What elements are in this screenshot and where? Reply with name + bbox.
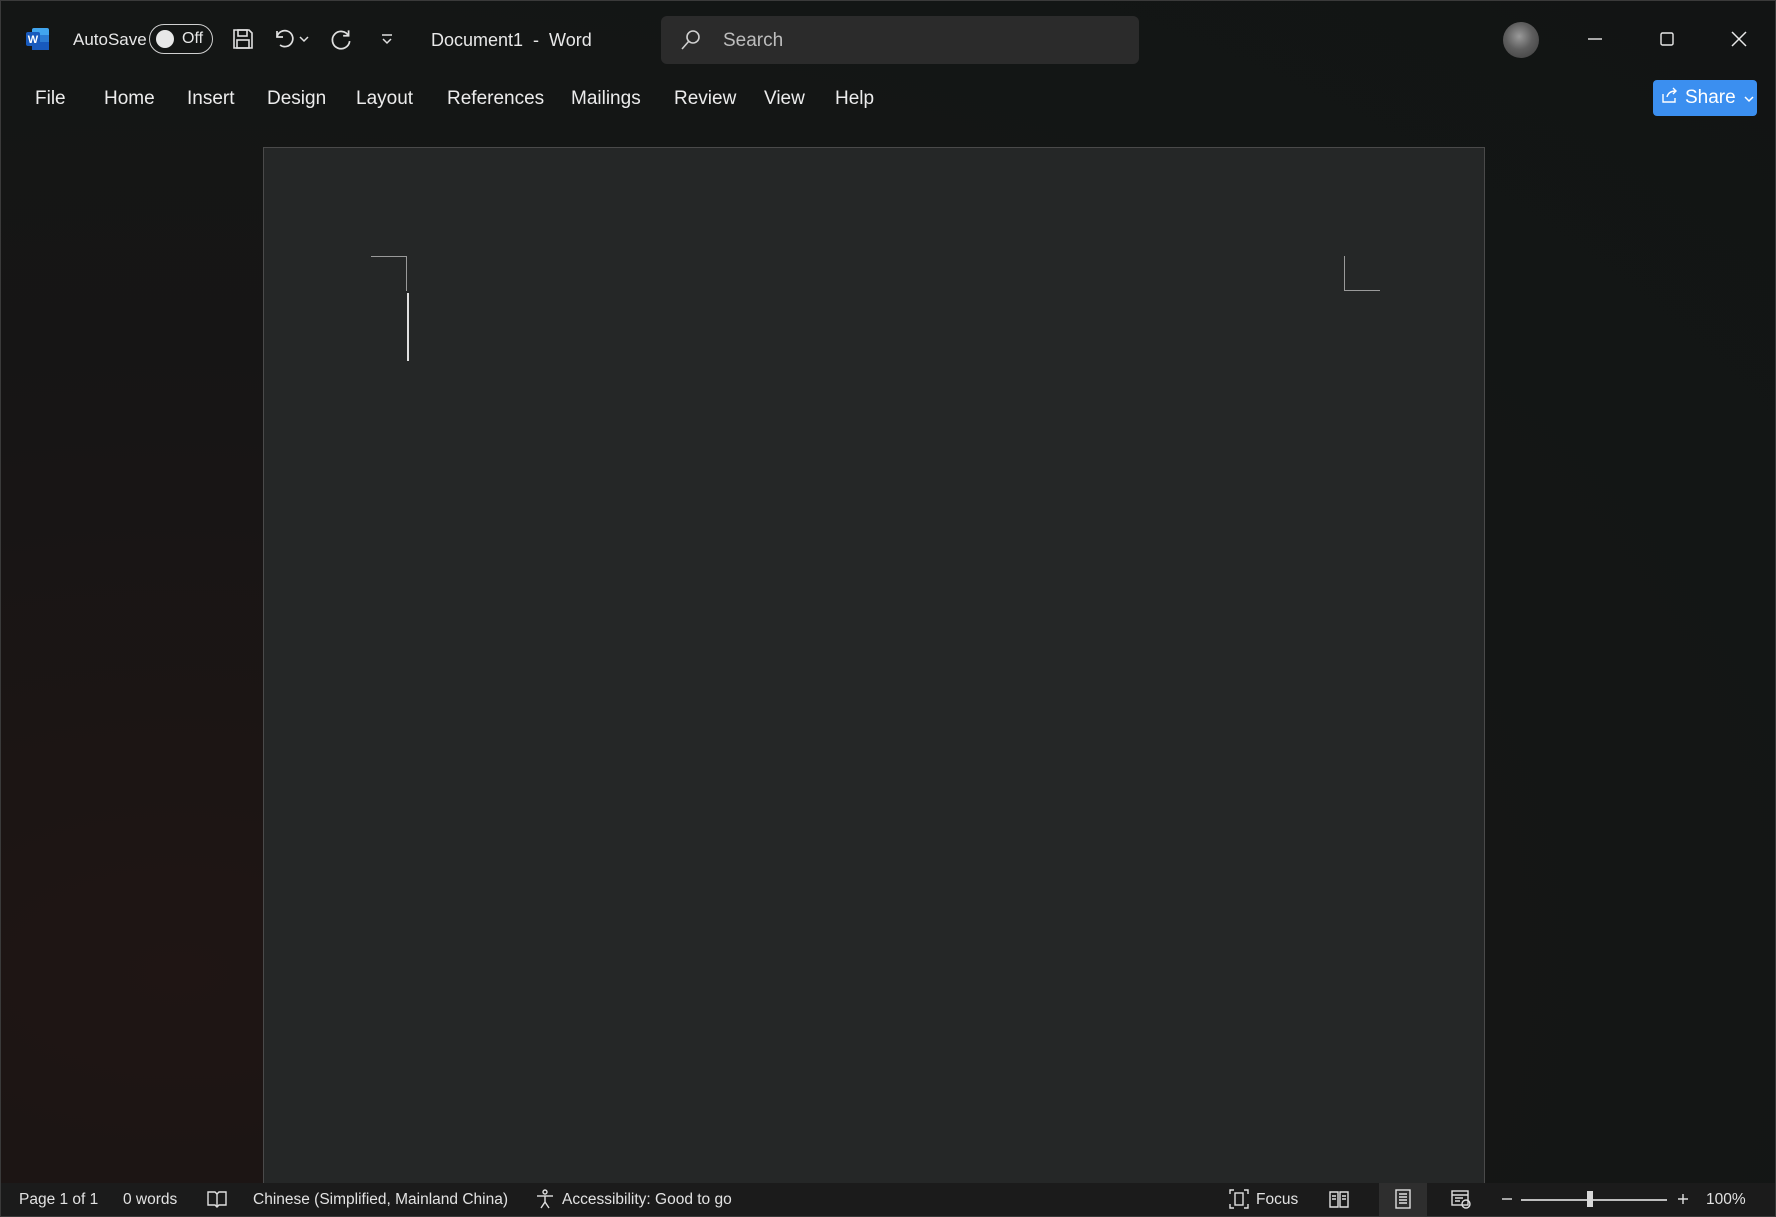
language-indicator[interactable]: Chinese (Simplified, Mainland China) bbox=[253, 1191, 508, 1209]
zoom-level[interactable]: 100% bbox=[1706, 1191, 1746, 1209]
tab-help[interactable]: Help bbox=[835, 88, 874, 110]
share-button[interactable]: Share bbox=[1653, 80, 1757, 116]
word-window: W AutoSave Off Document1 - Word Search F… bbox=[0, 0, 1776, 1217]
tab-layout[interactable]: Layout bbox=[356, 88, 413, 110]
tab-home[interactable]: Home bbox=[104, 88, 155, 110]
zoom-slider-track[interactable] bbox=[1521, 1199, 1667, 1201]
web-layout-icon[interactable] bbox=[1449, 1187, 1473, 1211]
accessibility-status[interactable]: Accessibility: Good to go bbox=[562, 1191, 732, 1209]
document-title: Document1 - Word bbox=[431, 30, 592, 50]
tab-design[interactable]: Design bbox=[267, 88, 326, 110]
share-icon bbox=[1661, 86, 1679, 110]
proofing-book-icon[interactable] bbox=[205, 1187, 229, 1211]
avatar[interactable] bbox=[1503, 22, 1539, 58]
close-icon[interactable] bbox=[1717, 19, 1761, 59]
crop-mark-top-left-h bbox=[371, 256, 406, 257]
page-info[interactable]: Page 1 of 1 bbox=[19, 1191, 98, 1209]
zoom-out-icon[interactable] bbox=[1495, 1187, 1519, 1211]
document-page[interactable] bbox=[263, 147, 1485, 1187]
tab-mailings[interactable]: Mailings bbox=[571, 88, 641, 110]
customize-toolbar-icon[interactable] bbox=[371, 23, 403, 55]
word-icon: W bbox=[25, 26, 51, 52]
undo-dropdown-chevron-icon[interactable] bbox=[295, 23, 313, 55]
print-layout-icon[interactable] bbox=[1391, 1187, 1415, 1211]
crop-mark-top-right-v bbox=[1344, 256, 1345, 291]
tab-view[interactable]: View bbox=[764, 88, 805, 110]
search-box[interactable] bbox=[661, 16, 1139, 64]
save-icon[interactable] bbox=[227, 23, 259, 55]
search-input[interactable] bbox=[721, 26, 1115, 56]
redo-icon[interactable] bbox=[325, 23, 357, 55]
minimize-icon[interactable] bbox=[1573, 19, 1617, 59]
share-label: Share bbox=[1685, 87, 1736, 108]
focus-label[interactable]: Focus bbox=[1256, 1191, 1298, 1209]
accessibility-icon[interactable] bbox=[533, 1187, 557, 1211]
autosave-state: Off bbox=[182, 30, 204, 47]
read-mode-icon[interactable] bbox=[1327, 1187, 1351, 1211]
tab-review[interactable]: Review bbox=[674, 88, 736, 110]
search-icon bbox=[679, 28, 703, 57]
autosave-label: AutoSave bbox=[73, 30, 147, 49]
zoom-slider-thumb[interactable] bbox=[1586, 1191, 1593, 1207]
text-cursor bbox=[407, 293, 409, 361]
tab-references[interactable]: References bbox=[447, 88, 544, 110]
title-bar: W AutoSave Off Document1 - Word Search bbox=[1, 1, 1775, 77]
svg-text:W: W bbox=[28, 34, 39, 46]
toggle-knob bbox=[156, 30, 174, 48]
zoom-in-icon[interactable] bbox=[1671, 1187, 1695, 1211]
chevron-down-icon bbox=[1744, 87, 1754, 109]
crop-mark-top-left-vline bbox=[406, 256, 407, 291]
status-bar: Page 1 of 1 0 words Chinese (Simplified,… bbox=[1, 1183, 1775, 1216]
focus-icon[interactable] bbox=[1227, 1187, 1251, 1211]
tab-insert[interactable]: Insert bbox=[187, 88, 235, 110]
ribbon-tabs: File Home Insert Design Layout Reference… bbox=[1, 77, 1775, 123]
autosave-toggle[interactable]: Off bbox=[149, 24, 213, 54]
tab-file[interactable]: File bbox=[35, 88, 66, 110]
word-count[interactable]: 0 words bbox=[123, 1191, 177, 1209]
crop-mark-top-right-h bbox=[1344, 290, 1380, 291]
maximize-icon[interactable] bbox=[1645, 19, 1689, 59]
